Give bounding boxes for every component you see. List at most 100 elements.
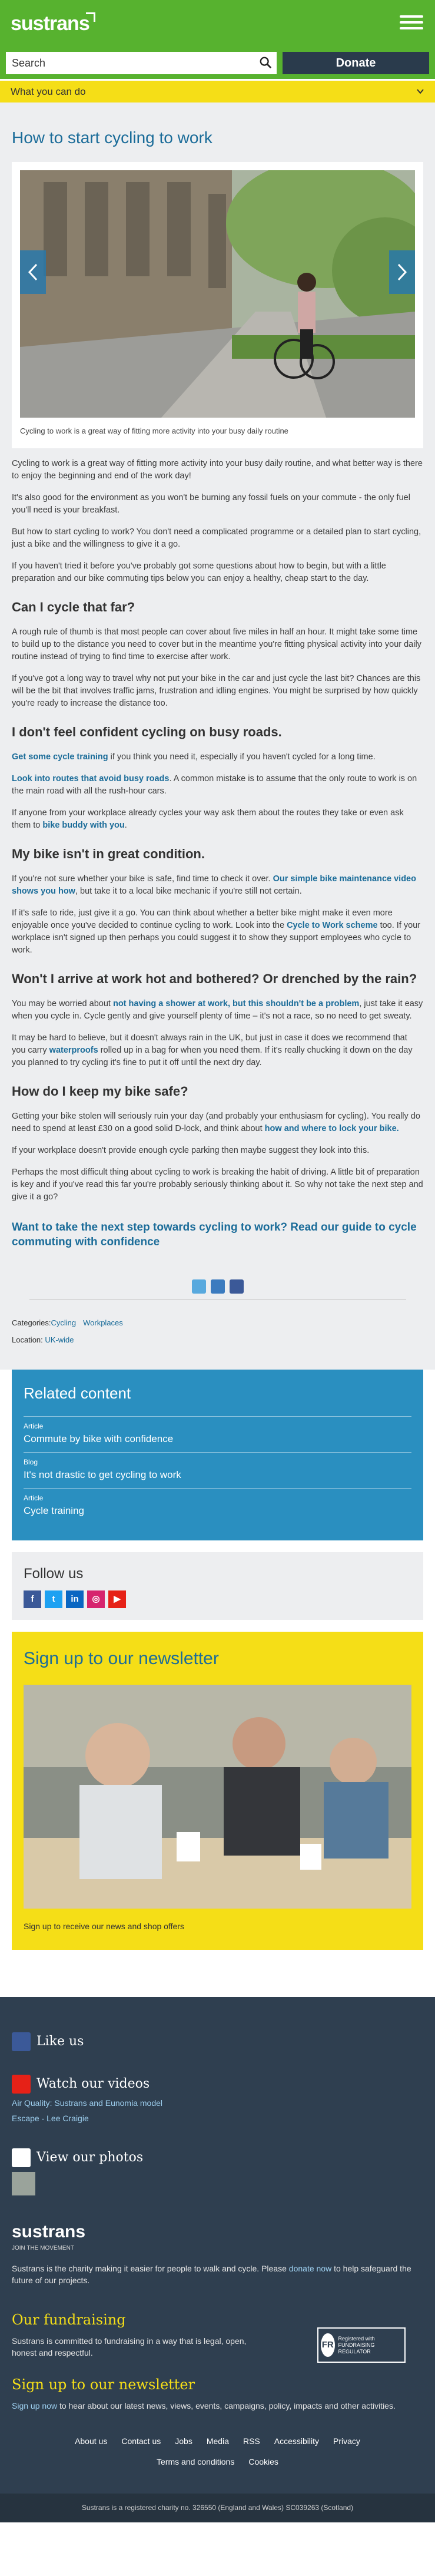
article: How to start cycling to work Cycling to … <box>0 102 435 1370</box>
related-item[interactable]: Article Commute by bike with confidence <box>24 1416 411 1452</box>
bike-buddy-link[interactable]: bike buddy with you <box>42 821 124 830</box>
site-header: sustrans <box>0 0 435 47</box>
hamburger-icon <box>400 15 423 18</box>
paragraph: If it's safe to ride, just give it a go.… <box>12 908 421 955</box>
facebook-share-icon[interactable] <box>229 1279 244 1294</box>
category-link[interactable]: Workplaces <box>83 1318 123 1327</box>
footer-newsletter: Sign up to our newsletter Sign up now to… <box>12 2375 423 2412</box>
footer-link[interactable]: Terms and conditions <box>157 2456 234 2468</box>
search-input[interactable] <box>6 52 277 74</box>
carousel-prev-button[interactable] <box>20 250 46 294</box>
categories-label: Categories: <box>12 1318 51 1327</box>
footer-link[interactable]: Cookies <box>248 2456 278 2468</box>
sign-up-now-link[interactable]: Sign up now <box>12 2401 57 2410</box>
twitter-share-icon[interactable] <box>191 1279 206 1294</box>
what-you-can-do-label: What you can do <box>11 86 86 97</box>
like-us-link[interactable]: Like us <box>12 2032 423 2051</box>
cycle-commuting-guide-link[interactable]: Want to take the next step towards cycli… <box>12 1220 423 1250</box>
flickr-icon <box>12 2148 31 2167</box>
charity-notice: Sustrans is a registered charity no. 326… <box>0 2493 435 2523</box>
related-item[interactable]: Blog It's not drastic to get cycling to w… <box>24 1452 411 1488</box>
paragraph: Get some cycle training if you think you… <box>12 752 376 762</box>
paragraph: If your workplace doesn't provide enough… <box>12 1145 370 1155</box>
section-heading: Can I cycle that far? <box>12 599 135 614</box>
related-content: Related content Article Commute by bike w… <box>12 1369 423 1541</box>
section-heading: Won't I arrive at work hot and bothered?… <box>12 971 417 986</box>
footer-links: About us Contact us Jobs Media RSS Accessibil… <box>12 2435 423 2476</box>
paragraph: It may be hard to believe, but it doesn'… <box>12 1033 413 1067</box>
newsletter-subtext: Sign up to receive our news and shop off… <box>24 1921 184 1931</box>
related-item[interactable]: Article Cycle training <box>24 1488 411 1524</box>
footer-newsletter-title: Sign up to our newsletter <box>12 2376 195 2393</box>
video-link[interactable]: Escape - Lee Craigie <box>12 2112 423 2124</box>
linkedin-share-icon[interactable] <box>210 1279 225 1294</box>
chevron-left-icon <box>28 263 38 280</box>
article-meta: Categories:Cycling Workplaces Location: U… <box>12 1318 423 1346</box>
youtube-icon <box>12 2074 31 2094</box>
location-link[interactable]: UK-wide <box>45 1335 74 1344</box>
footer-link[interactable]: Media <box>207 2435 229 2447</box>
watch-videos-heading: Watch our videos <box>12 2074 423 2094</box>
footer-link[interactable]: Contact us <box>121 2435 161 2447</box>
avoid-busy-roads-link[interactable]: Look into routes that avoid busy roads <box>12 774 169 783</box>
cycle-training-link[interactable]: Get some cycle training <box>12 752 108 762</box>
chevron-down-icon <box>417 89 424 94</box>
site-footer: Like us Watch our videos Air Quality: Su… <box>0 1996 435 2494</box>
search-bar: Donate <box>0 47 435 79</box>
facebook-icon <box>12 2032 31 2051</box>
intro-paragraph: If you haven't tried it before you've pr… <box>12 561 386 583</box>
photo-thumbnail[interactable] <box>12 2171 35 2195</box>
no-shower-link[interactable]: not having a shower at work, but this sh… <box>113 999 359 1008</box>
hero-carousel: Cycling to work is a great way of fittin… <box>12 161 423 448</box>
newsletter-image[interactable] <box>24 1684 411 1909</box>
cycle-to-work-scheme-link[interactable]: Cycle to Work scheme <box>287 921 377 930</box>
fundraising-section: Our fundraising Sustrans is committed to… <box>12 2310 423 2375</box>
footer-link[interactable]: Privacy <box>333 2435 360 2447</box>
footer-link[interactable]: About us <box>75 2435 107 2447</box>
video-link[interactable]: Air Quality: Sustrans and Eunomia model <box>12 2097 423 2109</box>
linkedin-icon[interactable]: in <box>66 1590 84 1609</box>
section-heading: How do I keep my bike safe? <box>12 1083 188 1099</box>
paragraph: You may be worried about not having a sh… <box>12 998 423 1021</box>
footer-link[interactable]: RSS <box>243 2435 260 2447</box>
fundraising-text: Sustrans is committed to fundraising in … <box>12 2336 247 2358</box>
paragraph: A rough rule of thumb is that most peopl… <box>12 627 421 662</box>
footer-logo[interactable]: sustrans JOIN THE MOVEMENT <box>12 2219 423 2253</box>
menu-button[interactable] <box>400 12 423 35</box>
fundraising-regulator-badge[interactable]: FR Registered with FUNDRAISING REGULATOR <box>317 2327 406 2363</box>
waterproofs-link[interactable]: waterproofs <box>49 1046 98 1055</box>
intro-paragraph: It's also good for the environment as yo… <box>12 492 410 515</box>
category-link[interactable]: Cycling <box>51 1318 76 1327</box>
intro-paragraph: But how to start cycling to work? You do… <box>12 527 421 549</box>
what-you-can-do-dropdown[interactable]: What you can do <box>0 79 435 102</box>
donate-button[interactable]: Donate <box>283 52 429 74</box>
related-title: Related content <box>24 1384 131 1402</box>
newsletter-signup: Sign up to our newsletter Sign up to rec… <box>12 1632 423 1950</box>
section-heading: I don't feel confident cycling on busy r… <box>12 724 282 739</box>
footer-link[interactable]: Accessibility <box>274 2435 319 2447</box>
chevron-right-icon <box>397 263 407 280</box>
paragraph: If you're not sure whether your bike is … <box>12 874 416 896</box>
instagram-icon[interactable]: ◎ <box>87 1590 105 1609</box>
paragraph: If you've got a long way to travel why n… <box>12 673 421 708</box>
facebook-icon[interactable]: f <box>24 1590 41 1609</box>
divider <box>29 1299 406 1300</box>
lock-your-bike-link[interactable]: how and where to lock your bike. <box>265 1124 399 1133</box>
twitter-icon[interactable]: t <box>45 1590 62 1609</box>
carousel-next-button[interactable] <box>389 250 415 294</box>
paragraph: Getting your bike stolen will seriously … <box>12 1111 420 1133</box>
sustrans-logo[interactable]: sustrans <box>11 9 99 38</box>
hero-image <box>20 170 415 418</box>
share-bar <box>12 1279 423 1300</box>
section-heading: My bike isn't in great condition. <box>12 846 205 861</box>
paragraph: Look into routes that avoid busy roads. … <box>12 773 417 796</box>
donate-now-link[interactable]: donate now <box>289 2264 331 2273</box>
search-icon[interactable] <box>259 56 272 69</box>
footer-link[interactable]: Jobs <box>175 2435 192 2447</box>
follow-title: Follow us <box>24 1566 84 1582</box>
page-title: How to start cycling to work <box>12 128 212 147</box>
paragraph: If anyone from your workplace already cy… <box>12 808 404 830</box>
youtube-icon[interactable]: ▶ <box>108 1590 126 1609</box>
logo-text: sustrans <box>11 12 90 35</box>
follow-us: Follow us f t in ◎ ▶ <box>12 1552 423 1621</box>
